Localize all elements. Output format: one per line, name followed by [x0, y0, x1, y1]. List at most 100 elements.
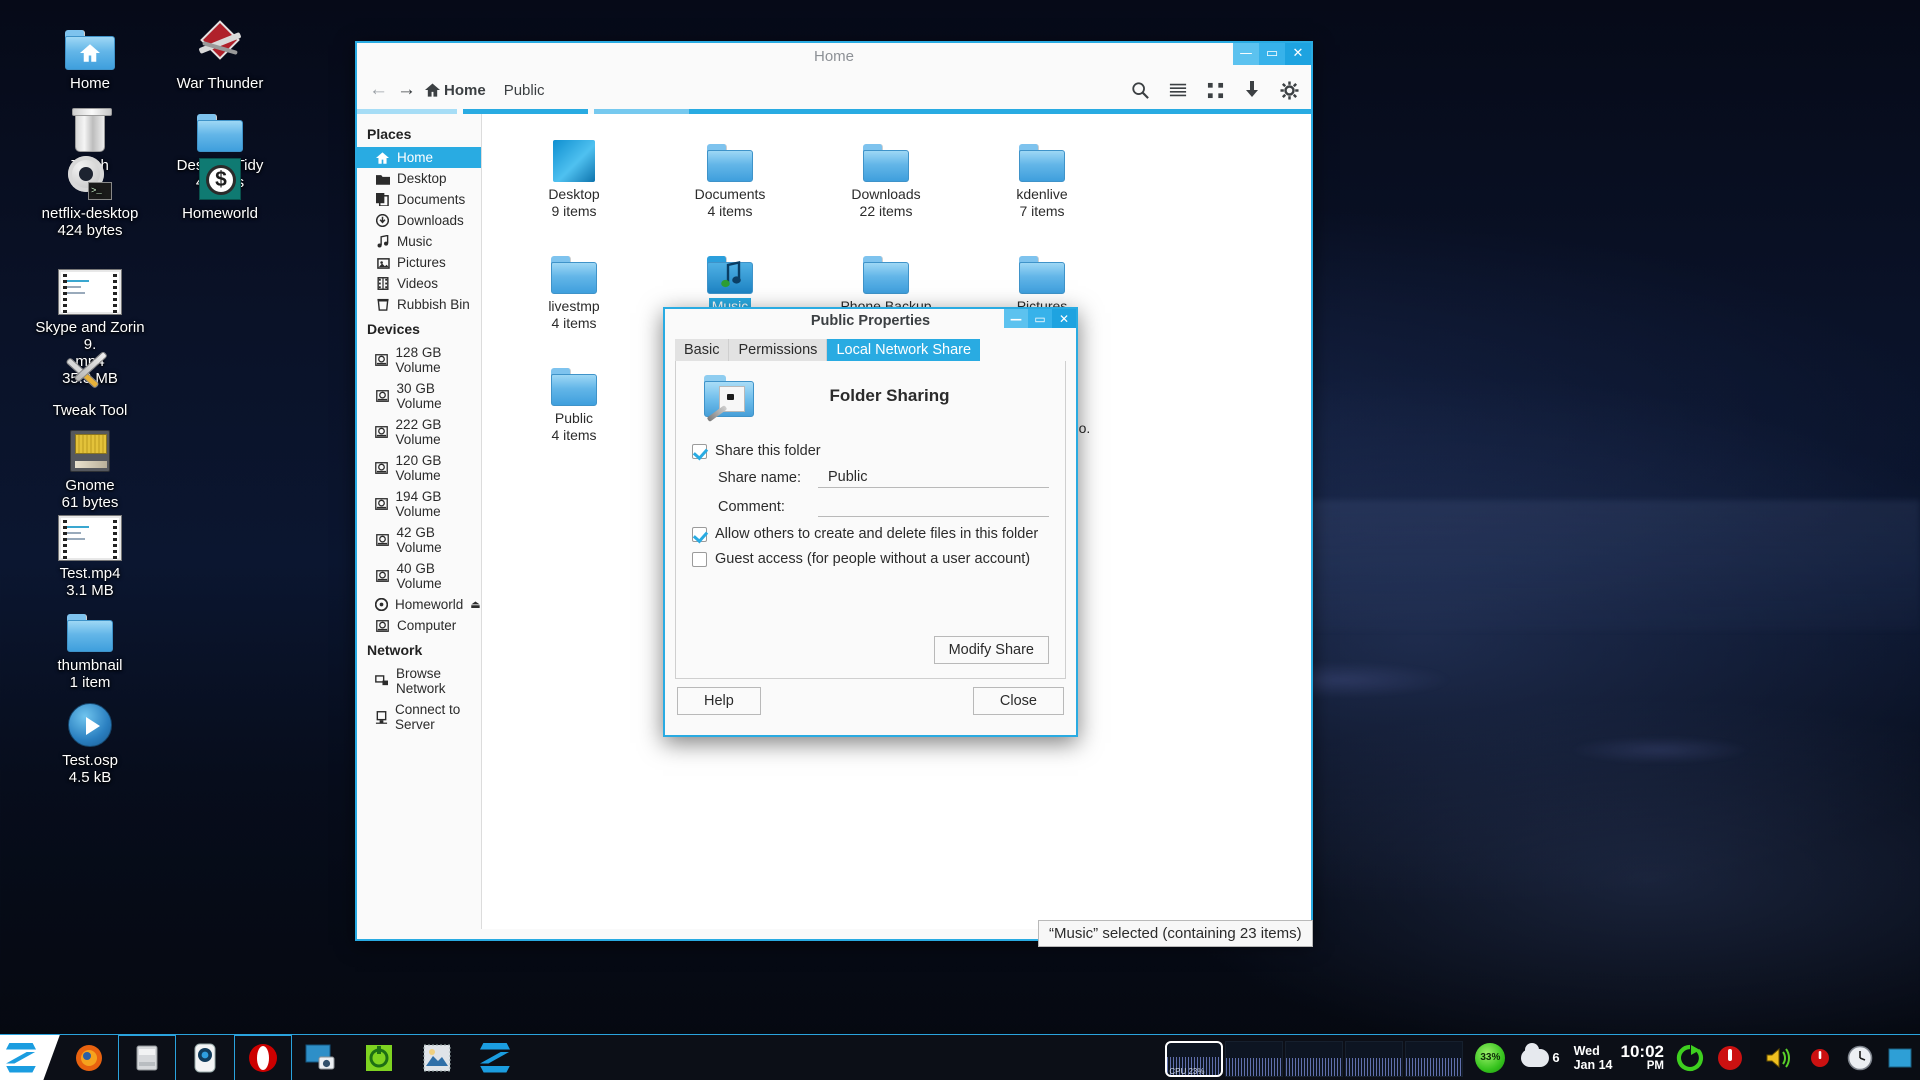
sidebar-item-downloads[interactable]: Downloads: [357, 210, 481, 231]
allow-others-row[interactable]: Allow others to create and delete files …: [692, 526, 1049, 542]
weather-widget[interactable]: 6: [1513, 1049, 1567, 1067]
system-monitor-1[interactable]: [1225, 1041, 1283, 1077]
gnome-file-icon: [30, 420, 150, 472]
sidebar-item-music[interactable]: Music: [357, 231, 481, 252]
sidebar-item-rubbish-bin[interactable]: Rubbish Bin: [357, 294, 481, 315]
tab-local-network-share[interactable]: Local Network Share: [827, 339, 980, 361]
taskbar-camera-app-icon[interactable]: [176, 1035, 234, 1080]
taskbar-kde-icon[interactable]: [350, 1035, 408, 1080]
taskbar-firefox-icon[interactable]: [60, 1035, 118, 1080]
start-button[interactable]: [0, 1035, 60, 1080]
sidebar-item-browse-network[interactable]: Browse Network: [357, 663, 481, 699]
battery-percent: 33%: [1475, 1043, 1505, 1073]
sidebar-item-222-gb-volume[interactable]: 222 GB Volume: [357, 414, 481, 450]
forward-arrow-icon[interactable]: →: [397, 79, 416, 101]
tab-permissions[interactable]: Permissions: [729, 339, 827, 361]
file-item-livestmp[interactable]: livestmp4 items: [496, 242, 652, 332]
list-view-icon[interactable]: [1169, 82, 1187, 98]
dialog-footer: Help Close: [665, 679, 1076, 715]
breadcrumb-home[interactable]: Home: [444, 82, 486, 99]
sidebar-item-label: Connect to Server: [395, 702, 481, 732]
cloud-icon: [1521, 1049, 1549, 1067]
desktop-icon-war-thunder[interactable]: War Thunder: [160, 18, 280, 92]
allow-others-checkbox[interactable]: [692, 527, 707, 542]
taskbar-opera-icon[interactable]: [234, 1035, 292, 1080]
sidebar-item-computer[interactable]: Computer: [357, 615, 481, 636]
sidebar-item-desktop[interactable]: Desktop: [357, 168, 481, 189]
file-item-desktop[interactable]: Desktop9 items: [496, 130, 652, 220]
close-button[interactable]: ✕: [1285, 43, 1311, 65]
grid-view-icon[interactable]: [1207, 82, 1224, 99]
dialog-minimize-button[interactable]: —: [1004, 309, 1028, 328]
desktop-icon-thumbnail[interactable]: thumbnail1 item: [30, 600, 150, 691]
maximize-button[interactable]: ▭: [1259, 43, 1285, 65]
share-name-label: Share name:: [718, 470, 818, 486]
gear-icon[interactable]: [1280, 81, 1299, 100]
sidebar-item-30-gb-volume[interactable]: 30 GB Volume: [357, 378, 481, 414]
breadcrumb-public[interactable]: Public: [504, 82, 545, 99]
shutdown-icon[interactable]: [1710, 1035, 1750, 1080]
system-monitor-4[interactable]: [1405, 1041, 1463, 1077]
system-monitor-0[interactable]: CPU 23%: [1165, 1041, 1223, 1077]
taskbar: CPU 23% 33% 6 Wed Jan 14 10:02 PM: [0, 1034, 1920, 1080]
tab-basic[interactable]: Basic: [675, 339, 729, 361]
download-icon[interactable]: [1244, 81, 1260, 99]
system-monitor-2[interactable]: [1285, 1041, 1343, 1077]
clock-widget[interactable]: Wed Jan 14 10:02 PM: [1568, 1043, 1670, 1072]
share-this-folder-row[interactable]: Share this folder: [692, 443, 1049, 459]
back-arrow-icon[interactable]: ←: [369, 79, 388, 101]
system-monitor-3[interactable]: [1345, 1041, 1403, 1077]
search-icon[interactable]: [1131, 81, 1149, 99]
volume-icon[interactable]: [1760, 1035, 1800, 1080]
share-this-folder-checkbox[interactable]: [692, 444, 707, 459]
file-meta: 4 items: [548, 315, 599, 332]
clock-icon[interactable]: [1840, 1035, 1880, 1080]
logout-icon[interactable]: [1670, 1035, 1710, 1080]
panel-header: Folder Sharing: [692, 375, 1049, 417]
sidebar-item-40-gb-volume[interactable]: 40 GB Volume: [357, 558, 481, 594]
guest-access-row[interactable]: Guest access (for people without a user …: [692, 551, 1049, 567]
sidebar-item-128-gb-volume[interactable]: 128 GB Volume: [357, 342, 481, 378]
minimize-button[interactable]: —: [1233, 43, 1259, 65]
sidebar-item-pictures[interactable]: Pictures: [357, 252, 481, 273]
taskbar-screenshot-icon[interactable]: [292, 1035, 350, 1080]
help-button[interactable]: Help: [677, 687, 761, 715]
file-item-downloads[interactable]: Downloads22 items: [808, 130, 964, 220]
guest-access-checkbox[interactable]: [692, 552, 707, 567]
share-name-input[interactable]: Public: [818, 468, 1049, 488]
display-icon[interactable]: [1880, 1035, 1920, 1080]
desktop-icon-label: Tweak Tool: [30, 402, 150, 419]
desktop-icon-netflix-desktop[interactable]: >_netflix-desktop424 bytes: [30, 148, 150, 239]
desktop-icon-gnome[interactable]: Gnome61 bytes: [30, 420, 150, 511]
file-item-public[interactable]: Public4 items: [496, 354, 652, 454]
documents-icon: [375, 192, 390, 207]
desktop-icon-homeworld[interactable]: $Homeworld: [160, 148, 280, 222]
sidebar-item-42-gb-volume[interactable]: 42 GB Volume: [357, 522, 481, 558]
battery-indicator[interactable]: 33%: [1467, 1040, 1513, 1076]
sidebar-item-homeworld[interactable]: Homeworld⏏: [357, 594, 481, 615]
sidebar-item-documents[interactable]: Documents: [357, 189, 481, 210]
comment-input[interactable]: [818, 497, 1049, 517]
eject-icon[interactable]: ⏏: [470, 598, 480, 611]
sidebar-item-194-gb-volume[interactable]: 194 GB Volume: [357, 486, 481, 522]
sidebar-item-videos[interactable]: Videos: [357, 273, 481, 294]
sidebar-item-home[interactable]: Home: [357, 147, 481, 168]
file-item-documents[interactable]: Documents4 items: [652, 130, 808, 220]
sidebar-item-connect-to-server[interactable]: Connect to Server: [357, 699, 481, 735]
modify-share-button[interactable]: Modify Share: [934, 636, 1049, 664]
close-dialog-button[interactable]: Close: [973, 687, 1064, 715]
dialog-maximize-button[interactable]: ▭: [1028, 309, 1052, 328]
file-item-kdenlive[interactable]: kdenlive7 items: [964, 130, 1120, 220]
desktop-icon-test-osp[interactable]: Test.osp4.5 kB: [30, 695, 150, 786]
desktop-icon-home[interactable]: Home: [30, 18, 150, 92]
taskbar-zorin-icon[interactable]: [466, 1035, 524, 1080]
drive-icon: [375, 618, 390, 633]
power-icon[interactable]: [1800, 1035, 1840, 1080]
taskbar-stamp-icon[interactable]: [408, 1035, 466, 1080]
dialog-close-button[interactable]: ✕: [1052, 309, 1076, 328]
desktop-icon-tweak-tool[interactable]: Tweak Tool: [30, 345, 150, 419]
taskbar-file-manager-icon[interactable]: [118, 1035, 176, 1080]
desktop-icon-test-mp4[interactable]: Test.mp43.1 MB: [30, 508, 150, 599]
sidebar-item-120-gb-volume[interactable]: 120 GB Volume: [357, 450, 481, 486]
sidebar-item-label: 222 GB Volume: [396, 417, 481, 447]
